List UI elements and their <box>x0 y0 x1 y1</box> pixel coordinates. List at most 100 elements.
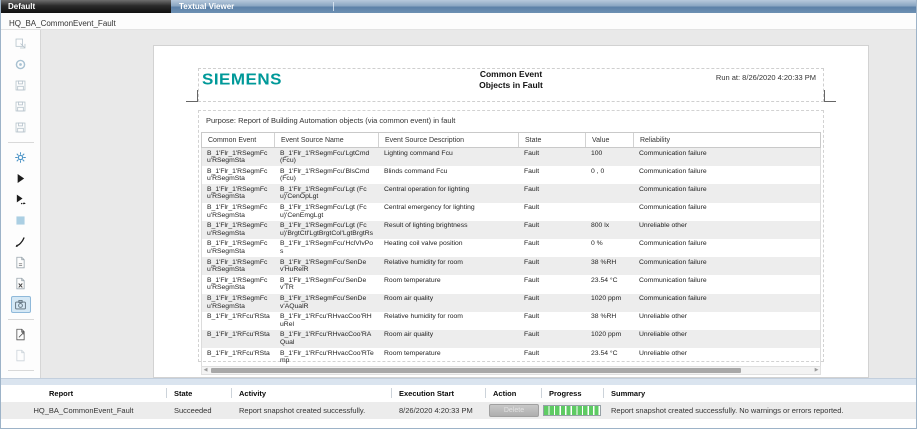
report-title-line2: Objects in Fault <box>381 80 641 91</box>
save-as-icon[interactable] <box>11 98 31 115</box>
report-title: Common Event Objects in Fault <box>381 69 641 91</box>
scroll-right-arrow[interactable]: ▶ <box>813 368 820 373</box>
table-cell: Fault <box>519 222 586 237</box>
export-pdf-icon[interactable] <box>11 254 31 271</box>
execution-report-name: HQ_BA_CommonEvent_Fault <box>1 402 166 419</box>
titlebar-divider <box>333 2 334 11</box>
table-cell: B_1'Flr_1'RSegmFcu'SenDev'TR <box>275 277 379 292</box>
delete-button[interactable]: Delete <box>489 404 539 417</box>
table-cell: Communication failure <box>634 150 820 165</box>
export-excel-icon[interactable] <box>11 275 31 292</box>
table-cell: Communication failure <box>634 168 820 183</box>
snapshot-icon[interactable] <box>11 296 31 313</box>
table-cell: B_1'Flr_1'RFcu'RHvacCoo'RHuRel <box>275 313 379 328</box>
progress-bar <box>543 405 601 416</box>
new-report-icon[interactable] <box>11 347 31 364</box>
table-row: B_1'Flr_1'RSegmFcu'RSegmStaB_1'Flr_1'RSe… <box>202 257 820 275</box>
table-row: B_1'Flr_1'RFcu'RStaB_1'Flr_1'RFcu'RHvacC… <box>202 330 820 348</box>
table-cell: B_1'Flr_1'RFcu'RSta <box>202 331 275 346</box>
table-cell: 800 lx <box>586 222 634 237</box>
table-cell: B_1'Flr_1'RSegmFcu'RSegmSta <box>202 240 275 255</box>
table-cell: Relative humidity for room <box>379 259 519 274</box>
stop-icon[interactable] <box>11 212 31 229</box>
table-cell: Fault <box>519 331 586 346</box>
refresh-icon[interactable] <box>11 56 31 73</box>
execution-row[interactable]: HQ_BA_CommonEvent_Fault Succeeded Report… <box>1 402 916 419</box>
export-report-icon[interactable] <box>11 35 31 52</box>
scroll-left-arrow[interactable]: ◀ <box>202 368 209 373</box>
table-cell: 38 %RH <box>586 313 634 328</box>
save-icon[interactable] <box>11 77 31 94</box>
table-cell: B_1'Flr_1'RSegmFcu'Lgt (Fcu)'BrgtCtl'Lgt… <box>275 222 379 237</box>
table-cell <box>586 204 634 219</box>
table-cell: Fault <box>519 240 586 255</box>
execution-summary: Report snapshot created successfully. No… <box>603 402 916 419</box>
settings-gear-icon[interactable] <box>11 149 31 166</box>
table-row: B_1'Flr_1'RFcu'RStaB_1'Flr_1'RFcu'RHvacC… <box>202 348 820 366</box>
table-cell: B_1'Flr_1'RFcu'RHvacCoo'RTemp <box>275 350 379 365</box>
table-cell: Communication failure <box>634 277 820 292</box>
execution-panel-header: Report State Activity Execution Start Ac… <box>1 385 916 401</box>
execution-panel: Report State Activity Execution Start Ac… <box>1 385 916 429</box>
table-cell: B_1'Flr_1'RSegmFcu'RSegmSta <box>202 168 275 183</box>
table-cell: 1020 ppm <box>586 295 634 310</box>
run-with-options-icon[interactable] <box>11 191 31 208</box>
table-row: B_1'Flr_1'RSegmFcu'RSegmStaB_1'Flr_1'RSe… <box>202 294 820 312</box>
table-cell: B_1'Flr_1'RSegmFcu'SenDev'AQualR <box>275 295 379 310</box>
table-cell: Communication failure <box>634 204 820 219</box>
table-cell: B_1'Flr_1'RSegmFcu'RSegmSta <box>202 204 275 219</box>
table-cell: Unreliable other <box>634 331 820 346</box>
table-cell: Room temperature <box>379 350 519 365</box>
table-cell: B_1'Flr_1'RFcu'RSta <box>202 350 275 365</box>
horizontal-scrollbar[interactable]: ◀ ▶ <box>201 366 821 375</box>
table-cell: 100 <box>586 150 634 165</box>
col-report: Report <box>1 385 166 401</box>
table-cell: 23.54 °C <box>586 350 634 365</box>
report-purpose: Purpose: Report of Building Automation o… <box>206 116 455 125</box>
table-row: B_1'Flr_1'RSegmFcu'RSegmStaB_1'Flr_1'RSe… <box>202 239 820 257</box>
table-cell: B_1'Flr_1'RSegmFcu'RSegmSta <box>202 277 275 292</box>
table-cell: Room air quality <box>379 331 519 346</box>
table-row: B_1'Flr_1'RSegmFcu'RSegmStaB_1'Flr_1'RSe… <box>202 166 820 184</box>
table-cell: Fault <box>519 313 586 328</box>
table-cell: Room air quality <box>379 295 519 310</box>
table-cell: B_1'Flr_1'RSegmFcu'RSegmSta <box>202 186 275 201</box>
table-cell: Fault <box>519 150 586 165</box>
save-copy-icon[interactable] <box>11 119 31 136</box>
execution-state: Succeeded <box>166 402 231 419</box>
siemens-logo: SIEMENS <box>202 71 282 89</box>
run-at-timestamp: Run at: 8/26/2020 4:20:33 PM <box>716 73 816 82</box>
fault-table-column-header: State <box>519 133 586 147</box>
report-title-line1: Common Event <box>381 69 641 80</box>
execution-activity: Report snapshot created successfully. <box>231 402 391 419</box>
table-cell: Communication failure <box>634 259 820 274</box>
fault-table-column-header: Value <box>586 133 634 147</box>
fault-table: Common EventEvent Source NameEvent Sourc… <box>201 132 821 367</box>
col-execution-start: Execution Start <box>391 385 485 401</box>
table-row: B_1'Flr_1'RSegmFcu'RSegmStaB_1'Flr_1'RSe… <box>202 184 820 202</box>
fault-table-column-header: Event Source Description <box>379 133 519 147</box>
table-cell: Unreliable other <box>634 350 820 365</box>
sign-icon[interactable] <box>11 233 31 250</box>
edit-report-icon[interactable] <box>11 326 31 343</box>
table-cell: 0 , 0 <box>586 168 634 183</box>
document-tab-row: HQ_BA_CommonEvent_Fault <box>1 13 916 30</box>
tab-textual-viewer[interactable]: Textual Viewer <box>171 0 916 13</box>
table-cell: Result of lighting brightness <box>379 222 519 237</box>
toolbar-separator <box>8 319 34 320</box>
run-icon[interactable] <box>11 170 31 187</box>
tab-default[interactable]: Default <box>1 0 171 13</box>
fault-table-column-header: Event Source Name <box>275 133 379 147</box>
table-cell: Communication failure <box>634 295 820 310</box>
table-cell: 0 % <box>586 240 634 255</box>
fault-table-column-header: Reliability <box>634 133 820 147</box>
report-page: SIEMENS Common Event Objects in Fault Ru… <box>153 45 869 378</box>
left-crop-mark <box>186 90 198 102</box>
panel-separator <box>1 378 916 385</box>
table-cell: Fault <box>519 168 586 183</box>
table-cell: Fault <box>519 277 586 292</box>
table-cell: Lighting command Fcu <box>379 150 519 165</box>
scrollbar-thumb[interactable] <box>211 368 741 373</box>
table-cell: Central emergency for lighting <box>379 204 519 219</box>
table-row: B_1'Flr_1'RSegmFcu'RSegmStaB_1'Flr_1'RSe… <box>202 148 820 166</box>
